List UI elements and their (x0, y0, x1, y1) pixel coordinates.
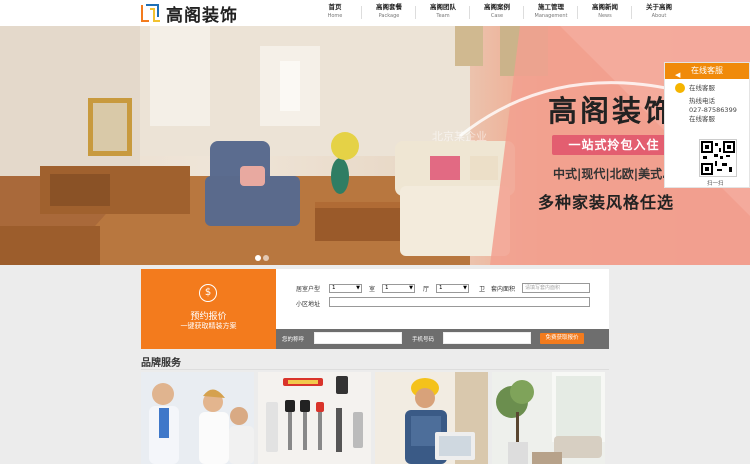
name-input[interactable] (314, 332, 402, 344)
nav-label: 首页 (328, 3, 342, 11)
side-panel-title: 在线客服 (691, 66, 723, 75)
hall-select[interactable]: 1 ▼ (382, 284, 415, 293)
banner-subtitle: 一站式拎包入住 (552, 135, 676, 155)
nav-management[interactable]: 施工管理 Management (524, 0, 578, 26)
money-bag-icon: $ (199, 284, 217, 302)
main-nav: 首页 Home 高阁套餐 Package 高阁团队 Team 高阁案例 Case 施工管… (308, 0, 686, 26)
qq-service-link[interactable]: 在线客服 (665, 83, 749, 93)
service-image-tools[interactable] (258, 372, 371, 464)
nav-label: 高阁案例 (484, 3, 510, 11)
community-input[interactable] (329, 297, 590, 307)
hero-banner[interactable]: 北京某企业 高阁装饰 一站式拎包入住 中式|现代|北欧|美式…… 多种家装风格任… (0, 26, 750, 265)
hall-unit: 厅 (423, 286, 430, 293)
get-quote-button[interactable]: 免费获取报价 (540, 333, 584, 344)
chevron-down-icon: ▼ (409, 285, 413, 291)
layout-label: 居室户型 (296, 286, 321, 293)
bath-select[interactable]: 1 ▼ (436, 284, 469, 293)
bath-unit: 卫 (479, 286, 486, 293)
service-image-worker[interactable] (375, 372, 488, 464)
page: 高阁装饰 首页 Home 高阁套餐 Package 高阁团队 Team 高阁案例 Cas… (0, 0, 750, 464)
room-select[interactable]: 1 ▼ (329, 284, 362, 293)
qr-code (699, 139, 737, 177)
service-image-interior[interactable] (492, 372, 605, 464)
qq-label: 在线客服 (689, 84, 715, 92)
bath-value: 1 (439, 285, 443, 291)
chevron-left-icon: ◀ (675, 71, 681, 79)
quote-promo: $ 预约报价 一键获取精装方案 (141, 269, 276, 349)
nav-label: 高阁套餐 (376, 3, 402, 11)
nav-case[interactable]: 高阁案例 Case (470, 0, 524, 26)
qq-icon (675, 83, 685, 93)
banner-slogan: 多种家装风格任选 (538, 193, 675, 212)
room-unit: 室 (369, 286, 376, 293)
online-service-label: 在线客服 (689, 115, 715, 123)
area-input[interactable]: 请填写套内面积 (522, 283, 590, 293)
hotline-label: 热线电话 (689, 97, 715, 105)
divider (141, 369, 609, 370)
logo[interactable]: 高阁装饰 (140, 1, 238, 26)
nav-about[interactable]: 关于高阁 About (632, 0, 686, 26)
nav-sublabel: Home (327, 13, 343, 19)
nav-team[interactable]: 高阁团队 Team (416, 0, 470, 26)
chevron-down-icon: ▼ (463, 285, 467, 291)
nav-sublabel: News (598, 13, 612, 19)
area-label: 套内面积 (491, 286, 516, 293)
banner-watermark: 北京某企业 (432, 130, 487, 143)
name-label: 您的称呼 (282, 337, 305, 343)
nav-label: 高阁团队 (430, 3, 456, 11)
online-service-panel: ◀ 在线客服 在线客服 热线电话 027-87586399 在线客服 扫一扫 (664, 62, 750, 188)
banner-title: 高阁装饰 (548, 94, 677, 128)
logo-icon (140, 3, 162, 23)
quote-description: 一键获取精装方案 (180, 322, 237, 330)
community-label: 小区地址 (296, 301, 321, 308)
nav-sublabel: Package (378, 13, 400, 19)
nav-label: 高阁新闻 (592, 3, 618, 11)
nav-sublabel: About (651, 13, 667, 19)
qr-caption: 扫一扫 (707, 181, 724, 187)
site-header: 高阁装饰 首页 Home 高阁套餐 Package 高阁团队 Team 高阁案例 Cas… (0, 0, 750, 26)
service-image-consult[interactable] (141, 372, 254, 464)
room-value: 1 (332, 285, 336, 291)
nav-package[interactable]: 高阁套餐 Package (362, 0, 416, 26)
side-panel-header[interactable]: ◀ 在线客服 (665, 63, 749, 79)
nav-home[interactable]: 首页 Home (308, 0, 362, 26)
chevron-down-icon: ▼ (356, 285, 360, 291)
hall-value: 1 (385, 285, 389, 291)
nav-sublabel: Management (534, 13, 568, 19)
nav-news[interactable]: 高阁新闻 News (578, 0, 632, 26)
logo-text: 高阁装饰 (166, 5, 238, 26)
phone-input[interactable] (443, 332, 531, 344)
nav-sublabel: Team (436, 13, 450, 19)
brand-section-title: 品牌服务 (141, 358, 181, 369)
nav-label: 关于高阁 (646, 3, 672, 11)
nav-label: 施工管理 (538, 3, 564, 11)
nav-sublabel: Case (490, 13, 504, 19)
hotline-number: 027-87586399 (689, 106, 737, 114)
phone-label: 手机号码 (412, 337, 435, 343)
